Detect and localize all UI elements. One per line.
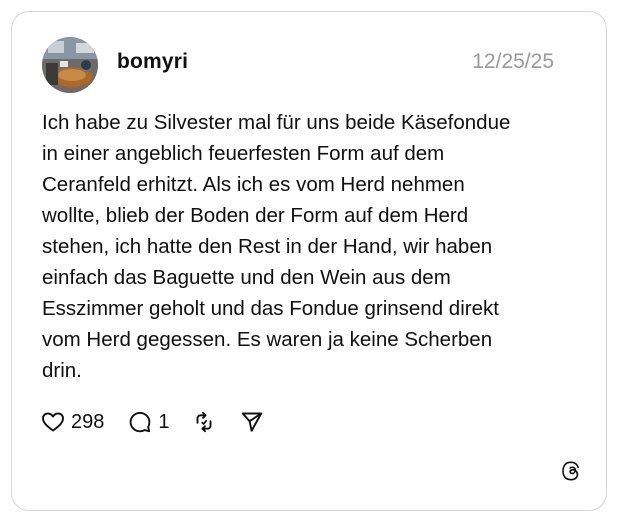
share-button[interactable] (240, 410, 264, 434)
reply-button[interactable]: 1 (128, 410, 170, 434)
threads-logo-icon (560, 461, 584, 485)
post-timestamp: 12/25/25 (472, 50, 554, 73)
post-text: Ich habe zu Silvester mal für uns beide … (42, 111, 511, 382)
username[interactable]: bomyri (117, 50, 188, 74)
avatar-photo-icon (42, 37, 98, 93)
repost-button[interactable] (192, 410, 216, 434)
comment-icon (130, 411, 151, 433)
repost-icon (196, 411, 211, 433)
post-card: bomyri 12/25/25 Ich habe zu Silvester ma… (11, 11, 607, 511)
reply-count: 1 (158, 410, 170, 433)
heart-icon (42, 412, 64, 432)
action-bar: 298 1 (41, 409, 264, 435)
avatar[interactable] (42, 37, 98, 93)
like-button[interactable]: 298 (41, 410, 104, 434)
like-count: 298 (71, 410, 105, 433)
send-icon (241, 412, 262, 432)
